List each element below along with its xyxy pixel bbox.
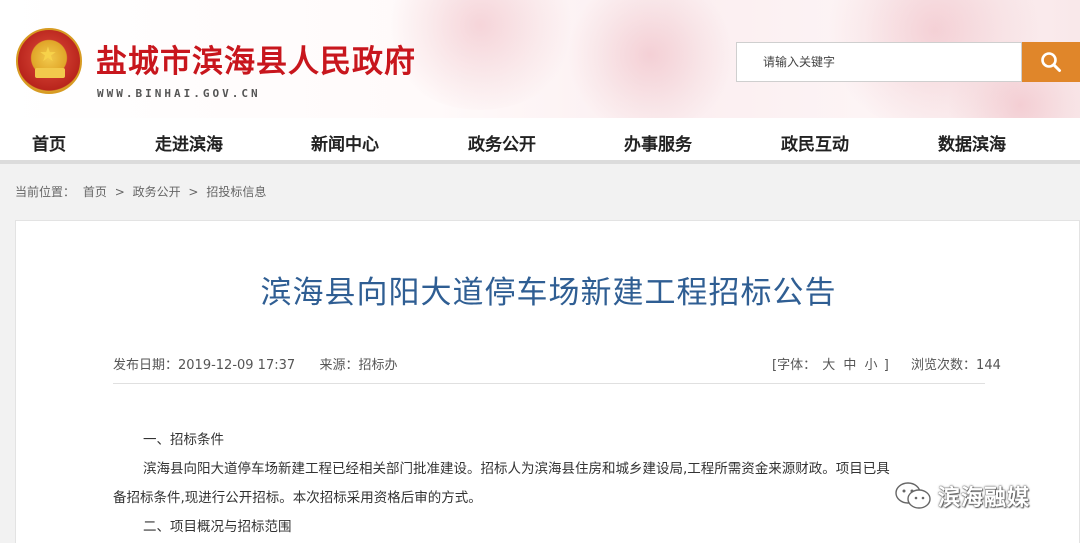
section-heading: 一、招标条件 <box>143 432 224 448</box>
site-url: WWW.BINHAI.GOV.CN <box>97 87 261 100</box>
article-tools: [字体： 大 中 小 ] 浏览次数：144 <box>772 354 1001 373</box>
watermark-text: 滨海融媒 <box>938 486 1031 511</box>
search-input[interactable] <box>737 43 1021 81</box>
font-size-large[interactable]: 大 <box>822 358 835 373</box>
article-paragraph: 滨海县向阳大道停车场新建工程已经相关部门批准建设。招标人为滨海县住房和城乡建设局… <box>143 461 890 477</box>
national-emblem-icon: ★ <box>16 28 82 94</box>
meta-divider <box>113 383 985 384</box>
nav-item-services[interactable]: 办事服务 <box>624 130 692 155</box>
search-button[interactable] <box>1022 42 1080 82</box>
watermark: 滨海融媒 <box>894 480 1030 512</box>
breadcrumb-prefix: 当前位置： <box>15 185 76 199</box>
nav-item-interaction[interactable]: 政民互动 <box>781 130 849 155</box>
main-nav: 首页 走进滨海 新闻中心 政务公开 办事服务 政民互动 数据滨海 <box>0 118 1080 164</box>
article-source: 来源：招标办 <box>319 358 398 373</box>
header-decoration <box>560 0 740 118</box>
font-size-medium[interactable]: 中 <box>843 358 856 373</box>
search-box <box>736 42 1022 82</box>
nav-item-data[interactable]: 数据滨海 <box>938 130 1006 155</box>
article-title: 滨海县向阳大道停车场新建工程招标公告 <box>260 275 837 311</box>
site-title: 盐城市滨海县人民政府 <box>96 44 416 80</box>
breadcrumb-item-gov-affairs[interactable]: 政务公开 <box>133 185 181 199</box>
view-count: 浏览次数：144 <box>911 358 1001 373</box>
section-heading: 二、项目概况与招标范围 <box>143 519 292 535</box>
nav-item-gov-affairs[interactable]: 政务公开 <box>468 130 536 155</box>
font-size-suffix: ] <box>883 358 889 373</box>
nav-item-home[interactable]: 首页 <box>32 130 66 155</box>
breadcrumb-item-home[interactable]: 首页 <box>83 185 107 199</box>
font-size-small[interactable]: 小 <box>865 358 878 373</box>
article-meta: 发布日期：2019-12-09 17:37 来源：招标办 <box>113 354 397 373</box>
search-icon <box>1041 52 1061 72</box>
nav-item-news[interactable]: 新闻中心 <box>311 130 379 155</box>
breadcrumb: 当前位置： 首页 > 政务公开 > 招投标信息 <box>15 183 270 200</box>
wechat-icon <box>895 482 931 509</box>
breadcrumb-separator: > <box>114 185 125 199</box>
breadcrumb-separator: > <box>188 185 199 199</box>
site-header: ★ 盐城市滨海县人民政府 WWW.BINHAI.GOV.CN <box>0 0 1080 118</box>
nav-item-about[interactable]: 走进滨海 <box>155 130 223 155</box>
breadcrumb-item-bidding[interactable]: 招投标信息 <box>206 185 266 199</box>
publish-date: 发布日期：2019-12-09 17:37 <box>113 358 296 373</box>
article-paragraph: 备招标条件,现进行公开招标。本次招标采用资格后审的方式。 <box>113 490 482 506</box>
font-size-prefix: [字体： <box>772 358 817 373</box>
